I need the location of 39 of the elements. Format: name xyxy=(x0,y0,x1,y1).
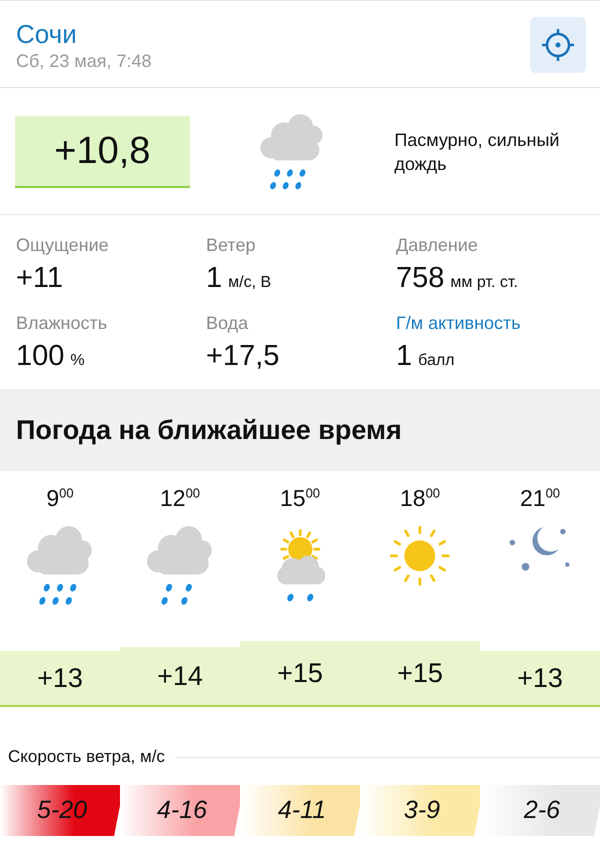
rain-cloud-icon xyxy=(147,525,213,606)
current-temperature: +10,8 xyxy=(15,116,190,188)
hour-label: 15$^{00}$ xyxy=(280,485,320,513)
detail-label: Ветер xyxy=(206,235,256,256)
detail-value: 1 xyxy=(396,340,412,373)
hour-temperature: +15 xyxy=(397,658,443,688)
sun-icon xyxy=(389,525,451,587)
section-title: Погода на ближайшее время xyxy=(16,414,402,446)
hour-temperature: +13 xyxy=(517,662,563,694)
moon-stars-icon xyxy=(509,525,571,572)
city-name: Сочи xyxy=(16,18,78,48)
detail-unit: мм рт. ст. xyxy=(450,274,518,292)
activity-link[interactable]: Г/м активность xyxy=(396,313,600,334)
detail-label: Давление xyxy=(396,235,479,256)
hour-label: 12$^{00}$ xyxy=(160,485,200,513)
detail-label: Вода xyxy=(206,313,250,334)
wind-speed-title: Скорость ветра, м/с xyxy=(8,747,165,767)
wind-speed-cell: 2-6 xyxy=(480,785,600,836)
hour-label: 9$^{00}$ xyxy=(46,485,74,513)
detail-label: Влажность xyxy=(16,313,108,334)
detail-value: 1 xyxy=(206,262,222,295)
detail-unit: м/с, В xyxy=(228,274,272,292)
detail-value: 758 xyxy=(396,262,444,295)
rain-cloud-icon xyxy=(27,525,93,606)
detail-unit: балл xyxy=(418,352,455,370)
hour-temperature: +15 xyxy=(277,658,323,688)
crosshair-icon xyxy=(541,28,575,62)
detail-value: +11 xyxy=(16,262,64,295)
detail-value: 100 xyxy=(16,340,64,373)
detail-unit: % xyxy=(70,352,85,370)
hour-label: 18$^{00}$ xyxy=(400,485,440,513)
hour-temperature: +13 xyxy=(37,662,83,694)
hour-temperature: +14 xyxy=(157,660,203,692)
condition-text: Пасмурно, сильный дождь xyxy=(394,129,560,176)
detail-label: Ощущение xyxy=(16,235,110,256)
locate-button[interactable] xyxy=(530,17,586,73)
hour-label: 21$^{00}$ xyxy=(520,485,560,513)
detail-value: +17,5 xyxy=(206,340,280,373)
date-time: Сб, 23 мая, 7:48 xyxy=(16,50,152,72)
